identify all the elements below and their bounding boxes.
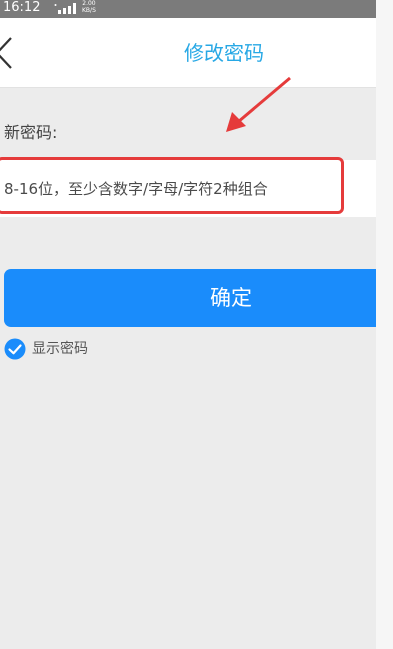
new-password-label: 新密码: [4,123,58,142]
chevron-left-icon[interactable] [0,36,14,70]
show-password-label: 显示密码 [32,341,88,357]
signal-icon [54,3,76,14]
new-password-input[interactable] [2,160,374,217]
show-password-toggle[interactable]: 显示密码 [4,338,88,360]
status-bar: 16:12 2.00 KB/S [0,0,376,18]
page-title: 修改密码 [184,41,264,65]
confirm-button-label: 确定 [210,286,252,310]
new-password-row [0,160,376,217]
app-screen: 16:12 2.00 KB/S 修改密码 新密码: 确定 显示密码 [0,0,376,649]
network-speed-value: 2.00 [82,0,96,7]
confirm-button[interactable]: 确定 [4,269,376,327]
page-margin [376,0,393,649]
status-time: 16:12 [3,0,41,15]
network-speed-unit: KB/S [82,7,96,14]
network-speed: 2.00 KB/S [82,0,96,14]
check-circle-icon[interactable] [4,338,26,360]
nav-bar: 修改密码 [0,18,376,88]
